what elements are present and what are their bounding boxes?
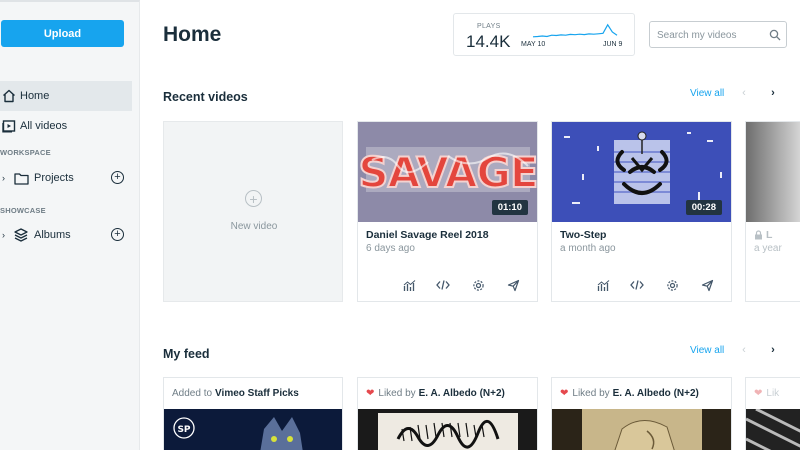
video-thumbnail[interactable]: 00:28 — [552, 122, 731, 222]
video-actions — [358, 278, 537, 294]
my-feed-title: My feed — [163, 347, 210, 361]
share-send-icon[interactable] — [506, 278, 520, 292]
feed-thumbnail[interactable] — [358, 409, 537, 450]
recent-prev-icon[interactable]: ‹ — [738, 87, 750, 99]
feed-thumbnail[interactable]: SP — [164, 409, 342, 450]
sidebar-item-projects[interactable]: › Projects + — [0, 168, 132, 188]
sidebar-item-all-videos[interactable]: All videos — [0, 111, 132, 141]
search-box — [649, 21, 787, 48]
lock-icon — [755, 230, 762, 240]
feed-card-header: ❤ Liked by E. A. Albedo (N+2) — [366, 388, 505, 399]
add-project-icon[interactable]: + — [111, 171, 124, 184]
feed-prefix: Liked by — [572, 388, 610, 399]
plays-date-end: JUN 9 — [603, 41, 623, 48]
feed-prev-icon[interactable]: ‹ — [738, 344, 750, 356]
analytics-icon[interactable] — [596, 278, 610, 292]
feed-thumbnail[interactable] — [552, 409, 731, 450]
recent-videos-title: Recent videos — [163, 90, 248, 104]
video-card[interactable]: SAVAGE 01:10 Daniel Savage Reel 2018 6 d… — [357, 121, 538, 302]
feed-source[interactable]: E. A. Albedo (N+2) — [419, 388, 505, 399]
sidebar-item-home[interactable]: Home — [0, 81, 132, 111]
sidebar-item-albums[interactable]: › Albums + — [0, 225, 132, 245]
feed-thumbnail[interactable] — [746, 409, 800, 450]
video-title[interactable]: L — [754, 229, 772, 241]
new-video-label: New video — [230, 221, 278, 232]
plays-value: 14.4K — [466, 32, 511, 51]
folder-icon — [13, 170, 29, 186]
workspace-section-label: WORKSPACE — [0, 148, 51, 157]
search-input[interactable] — [657, 27, 767, 43]
recent-view-all-link[interactable]: View all — [690, 88, 724, 99]
feed-card-header: Added to Vimeo Staff Picks — [172, 388, 299, 399]
video-date: 6 days ago — [366, 243, 415, 254]
feed-source[interactable]: E. A. Albedo (N+2) — [613, 388, 699, 399]
staff-pick-badge: SP — [177, 425, 190, 435]
video-thumbnail[interactable] — [746, 122, 800, 222]
plays-label: PLAYS — [477, 23, 501, 30]
heart-icon: ❤ — [560, 388, 569, 399]
video-actions — [552, 278, 731, 294]
showcase-section-label: SHOWCASE — [0, 206, 46, 215]
upload-button[interactable]: Upload — [1, 20, 124, 47]
search-icon[interactable] — [769, 29, 781, 41]
heart-icon: ❤ — [754, 388, 763, 399]
video-date: a year — [754, 243, 782, 254]
video-card[interactable]: L a year — [745, 121, 800, 302]
feed-prefix: Liked by — [378, 388, 416, 399]
add-circle-icon: + — [245, 190, 262, 207]
sidebar-item-label: Albums — [34, 229, 71, 241]
sidebar: Upload Home All videos WORKSPACE › Proje… — [0, 0, 140, 450]
share-send-icon[interactable] — [700, 278, 714, 292]
video-title[interactable]: Two-Step — [560, 229, 606, 241]
home-icon — [1, 88, 17, 104]
feed-card[interactable]: ❤ Liked by E. A. Albedo (N+2) — [357, 377, 538, 450]
video-date: a month ago — [560, 243, 616, 254]
chevron-right-icon[interactable]: › — [2, 230, 10, 240]
feed-card[interactable]: Added to Vimeo Staff Picks SP — [163, 377, 343, 450]
video-title[interactable]: Daniel Savage Reel 2018 — [366, 229, 489, 241]
feed-prefix: Lik — [766, 388, 780, 399]
layers-icon — [13, 227, 29, 243]
page-title: Home — [163, 23, 222, 46]
video-thumbnail[interactable]: SAVAGE 01:10 — [358, 122, 537, 222]
plays-stats-card[interactable]: PLAYS 14.4K MAY 10 JUN 9 — [453, 13, 635, 56]
chevron-right-icon[interactable]: › — [2, 173, 10, 183]
feed-card-header: ❤ Lik — [754, 388, 779, 399]
duration-badge: 00:28 — [685, 200, 722, 215]
feed-view-all-link[interactable]: View all — [690, 345, 724, 356]
recent-next-icon[interactable]: › — [767, 87, 779, 99]
settings-gear-icon[interactable] — [665, 278, 679, 292]
sidebar-item-label: All videos — [20, 120, 68, 132]
feed-prefix: Added to — [172, 388, 213, 399]
video-card[interactable]: 00:28 Two-Step a month ago — [551, 121, 732, 302]
feed-source[interactable]: Vimeo Staff Picks — [215, 388, 299, 399]
settings-gear-icon[interactable] — [471, 278, 485, 292]
embed-code-icon[interactable] — [436, 278, 450, 292]
sidebar-item-label: Projects — [34, 172, 74, 184]
plays-date-start: MAY 10 — [521, 41, 546, 48]
play-box-icon — [1, 118, 17, 134]
heart-icon: ❤ — [366, 388, 375, 399]
embed-code-icon[interactable] — [630, 278, 644, 292]
analytics-icon[interactable] — [402, 278, 416, 292]
feed-next-icon[interactable]: › — [767, 344, 779, 356]
add-album-icon[interactable]: + — [111, 228, 124, 241]
new-video-card[interactable]: + New video — [163, 121, 343, 302]
sidebar-item-label: Home — [20, 90, 50, 102]
plays-sparkline — [532, 23, 618, 38]
feed-card[interactable]: ❤ Lik — [745, 377, 800, 450]
feed-card-header: ❤ Liked by E. A. Albedo (N+2) — [560, 388, 699, 399]
feed-card[interactable]: ❤ Liked by E. A. Albedo (N+2) — [551, 377, 732, 450]
duration-badge: 01:10 — [491, 200, 528, 215]
